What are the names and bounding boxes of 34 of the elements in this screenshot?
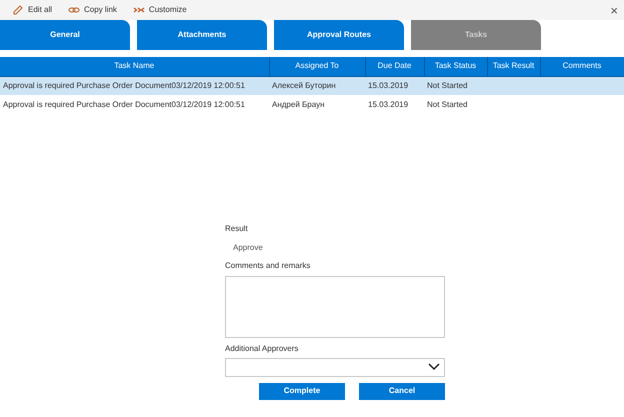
approvers-dropdown[interactable]: [225, 358, 445, 377]
tab[interactable]: Approval Routes: [274, 20, 404, 50]
form-button[interactable]: Cancel: [359, 382, 445, 400]
table-cell: 15.03.2019: [368, 80, 408, 90]
result-value: Approve: [233, 243, 264, 252]
comments-field[interactable]: [225, 276, 445, 338]
column-header[interactable]: Comments: [540, 57, 624, 76]
table-cell: Not Started: [427, 100, 468, 108]
table-row[interactable]: Approval is required Purchase Order Document03/12/2019 12:00:51 Андрей Браун 15.03.2019 Not Started: [0, 95, 624, 114]
table-cell: 15.03.2019: [368, 100, 408, 108]
column-header[interactable]: Task Status: [424, 57, 487, 76]
field-label: Result: [225, 224, 249, 234]
form-button[interactable]: Complete: [259, 382, 345, 400]
close-button[interactable]: ×: [610, 4, 618, 16]
pencil-icon: [12, 4, 24, 16]
table-cell: Алексей Буторин: [272, 80, 336, 90]
table-cell: Not Started: [427, 80, 468, 90]
table-row[interactable]: Approval is required Purchase Order Document03/12/2019 12:00:51 Алексей Буторин 15.03.2019 Not Started: [0, 76, 624, 95]
column-header[interactable]: Due Date: [365, 57, 424, 76]
toolbar-button[interactable]: Customize: [132, 4, 187, 16]
column-header[interactable]: Assigned To: [269, 57, 365, 76]
field-label: Additional Approvers: [225, 344, 300, 353]
tab[interactable]: Attachments: [137, 20, 267, 50]
column-header[interactable]: Task Result: [487, 57, 540, 76]
tab[interactable]: Tasks: [411, 20, 541, 50]
toolbar-button[interactable]: Edit all: [12, 4, 52, 16]
table-cell: Андрей Браун: [272, 100, 324, 108]
table-cell: Approval is required Purchase Order Document03/12/2019 12:00:51: [3, 80, 245, 90]
field-label: Comments and remarks: [225, 261, 312, 271]
table-cell: Approval is required Purchase Order Document03/12/2019 12:00:51: [3, 100, 245, 108]
tab[interactable]: General: [0, 20, 130, 50]
chevron-down-icon: [428, 363, 440, 372]
column-header[interactable]: Task Name: [0, 57, 269, 76]
toolbar-button[interactable]: Copy link: [68, 4, 117, 16]
